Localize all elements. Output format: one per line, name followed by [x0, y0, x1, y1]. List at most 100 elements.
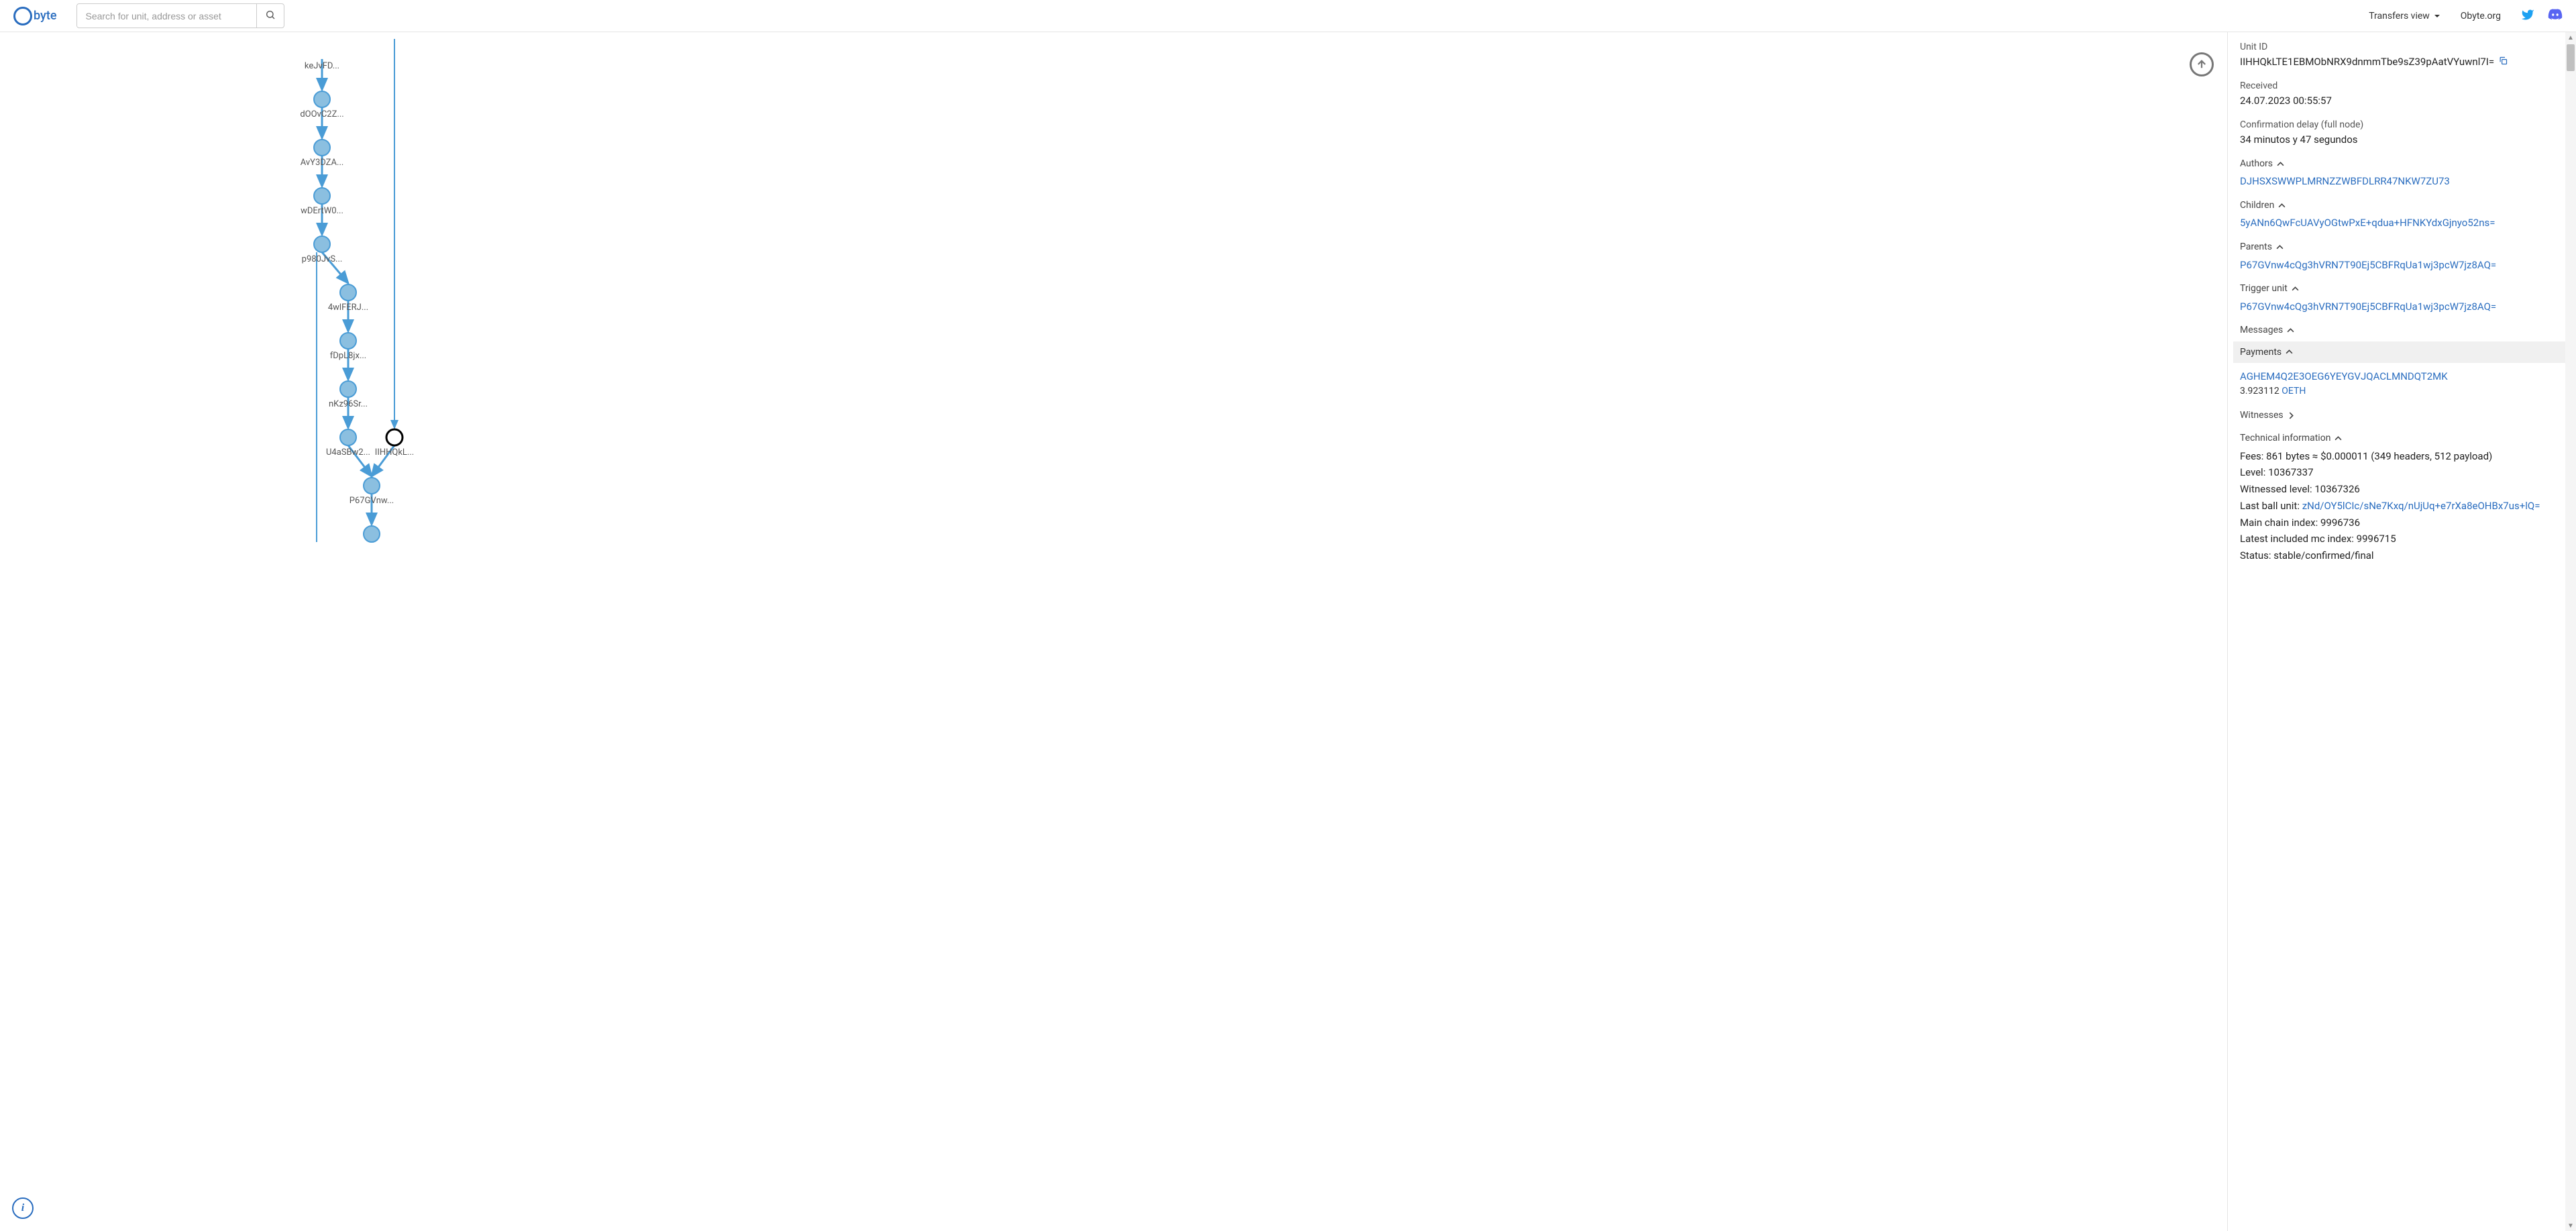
dag-node-label: wDErtW0... — [301, 206, 343, 216]
discord-link[interactable] — [2548, 7, 2563, 25]
unit-id-label: Unit ID — [2240, 40, 2564, 54]
logo[interactable]: byte — [13, 7, 56, 25]
tech-limci: Latest included mc index: 9996715 — [2240, 532, 2564, 547]
caret-up-icon — [2278, 202, 2286, 209]
transfers-view-label: Transfers view — [2369, 11, 2430, 21]
last-ball-link[interactable]: zNd/OY5lCIc/sNe7Kxq/nUjUq+e7rXa8eOHBx7us… — [2302, 500, 2540, 512]
info-button[interactable]: i — [12, 1197, 34, 1219]
info-icon: i — [21, 1202, 24, 1214]
scrollbar-down-icon[interactable]: ▼ — [2565, 1220, 2576, 1231]
trigger-label: Trigger unit — [2240, 282, 2288, 295]
payments-label: Payments — [2240, 345, 2282, 359]
trigger-link[interactable]: P67GVnw4cQg3hVRN7T90Ej5CBFRqUa1wj3pcW7jz… — [2240, 300, 2564, 315]
dag-node-label: IIHHQkL... — [375, 447, 414, 458]
messages-section: Messages Payments AGHEM4Q2E3OEG6YEYGVJQA… — [2240, 323, 2564, 399]
main-content: keJvFD...dOOvC2Z...AvY3DZA...wDErtW0...p… — [0, 32, 2576, 1231]
scrollbar[interactable]: ▲ ▼ — [2565, 32, 2576, 1231]
children-section: Children 5yANn6QwFcUAVyOGtwPxE+qdua+HFNK… — [2240, 199, 2564, 231]
payment-amount: 3.923112 — [2240, 386, 2279, 396]
tech-mci: Main chain index: 9996736 — [2240, 516, 2564, 531]
twitter-link[interactable] — [2521, 8, 2534, 24]
dag-graph: keJvFD...dOOvC2Z...AvY3DZA...wDErtW0...p… — [0, 32, 2227, 1231]
authors-header[interactable]: Authors — [2240, 157, 2564, 170]
logo-circle-icon — [13, 7, 32, 25]
confirmation-label: Confirmation delay (full node) — [2240, 118, 2564, 131]
header: byte Transfers view Obyte.org — [0, 0, 2576, 32]
children-header[interactable]: Children — [2240, 199, 2564, 212]
dag-node[interactable] — [364, 526, 380, 542]
search-button[interactable] — [256, 4, 284, 28]
scrollbar-thumb[interactable] — [2567, 44, 2575, 71]
dag-node[interactable] — [364, 478, 380, 494]
dag-node[interactable] — [340, 429, 356, 445]
tech-header[interactable]: Technical information — [2240, 431, 2564, 445]
dag-node-label: nKz96Sr... — [329, 399, 368, 409]
authors-section: Authors DJHSXSWWPLMRNZZWBFDLRR47NKW7ZU73 — [2240, 157, 2564, 189]
copy-icon — [2498, 56, 2508, 66]
scrollbar-up-icon[interactable]: ▲ — [2565, 32, 2576, 43]
parent-link[interactable]: P67GVnw4cQg3hVRN7T90Ej5CBFRqUa1wj3pcW7jz… — [2240, 258, 2564, 273]
dag-node[interactable] — [340, 381, 356, 397]
nav-links: Transfers view Obyte.org — [2369, 11, 2501, 21]
tech-fees: Fees: 861 bytes ≈ $0.000011 (349 headers… — [2240, 449, 2564, 464]
search-icon — [265, 9, 276, 20]
caret-right-icon — [2288, 412, 2295, 419]
witnesses-label: Witnesses — [2240, 409, 2284, 422]
children-label: Children — [2240, 199, 2274, 212]
tech-label: Technical information — [2240, 431, 2330, 445]
unit-id-value: IIHHQkLTE1EBMObNRX9dnmmTbe9sZ39pAatVYuwn… — [2240, 55, 2494, 70]
witnesses-header[interactable]: Witnesses — [2240, 409, 2564, 422]
payment-address-link[interactable]: AGHEM4Q2E3OEG6YEYGVJQACLMNDQT2MK — [2240, 370, 2564, 384]
parents-header[interactable]: Parents — [2240, 240, 2564, 254]
copy-unit-id-button[interactable] — [2498, 56, 2508, 70]
author-link[interactable]: DJHSXSWWPLMRNZZWBFDLRR47NKW7ZU73 — [2240, 174, 2564, 189]
dag-node[interactable] — [314, 140, 330, 156]
tech-witnessed-level: Witnessed level: 10367326 — [2240, 482, 2564, 497]
dag-node-label: dOOvC2Z... — [300, 109, 343, 119]
transfers-view-link[interactable]: Transfers view — [2369, 11, 2440, 21]
messages-header[interactable]: Messages — [2240, 323, 2564, 337]
caret-up-icon — [2287, 327, 2294, 334]
dag-node[interactable] — [340, 333, 356, 349]
tech-status: Status: stable/confirmed/final — [2240, 549, 2564, 564]
dag-node-label: U4aSBw2... — [326, 447, 370, 458]
caret-up-icon — [2286, 348, 2293, 356]
discord-icon — [2548, 7, 2563, 22]
dag-node[interactable] — [386, 429, 402, 445]
received-label: Received — [2240, 79, 2564, 93]
dag-node-label: fDpL8jx... — [330, 351, 367, 361]
search-container — [76, 3, 284, 28]
arrow-up-icon — [2196, 58, 2208, 70]
caret-up-icon — [2334, 435, 2342, 442]
twitter-icon — [2521, 8, 2534, 21]
dag-node-label: p980JvS... — [302, 254, 343, 264]
trigger-header[interactable]: Trigger unit — [2240, 282, 2564, 295]
dag-node[interactable] — [314, 91, 330, 107]
details-panel: Unit ID IIHHQkLTE1EBMObNRX9dnmmTbe9sZ39p… — [2227, 32, 2576, 1231]
child-link[interactable]: 5yANn6QwFcUAVyOGtwPxE+qdua+HFNKYdxGjnyo5… — [2240, 216, 2564, 231]
dag-area[interactable]: keJvFD...dOOvC2Z...AvY3DZA...wDErtW0...p… — [0, 32, 2227, 1231]
obyte-org-label: Obyte.org — [2461, 11, 2501, 21]
parents-label: Parents — [2240, 240, 2272, 254]
dag-node-label: keJvFD... — [305, 61, 339, 71]
scroll-top-button[interactable] — [2190, 52, 2214, 76]
dag-node[interactable] — [314, 236, 330, 252]
caret-up-icon — [2277, 160, 2284, 168]
received-value: 24.07.2023 00:55:57 — [2240, 94, 2564, 109]
dag-node[interactable] — [314, 188, 330, 204]
parents-section: Parents P67GVnw4cQg3hVRN7T90Ej5CBFRqUa1w… — [2240, 240, 2564, 272]
search-input[interactable] — [77, 5, 256, 27]
social-links — [2521, 7, 2563, 25]
authors-label: Authors — [2240, 157, 2273, 170]
payment-asset-link[interactable]: OETH — [2282, 386, 2306, 396]
caret-up-icon — [2292, 285, 2299, 292]
unit-id-field: Unit ID IIHHQkLTE1EBMObNRX9dnmmTbe9sZ39p… — [2240, 40, 2564, 70]
dag-node[interactable] — [340, 284, 356, 301]
payments-header[interactable]: Payments — [2233, 341, 2571, 363]
confirmation-value: 34 minutos y 47 segundos — [2240, 133, 2564, 148]
obyte-org-link[interactable]: Obyte.org — [2461, 11, 2501, 21]
caret-down-icon — [2434, 13, 2440, 19]
dag-node-label: P67GVnw... — [350, 496, 394, 506]
caret-up-icon — [2276, 244, 2284, 251]
tech-last-ball: Last ball unit: zNd/OY5lCIc/sNe7Kxq/nUjU… — [2240, 499, 2564, 514]
